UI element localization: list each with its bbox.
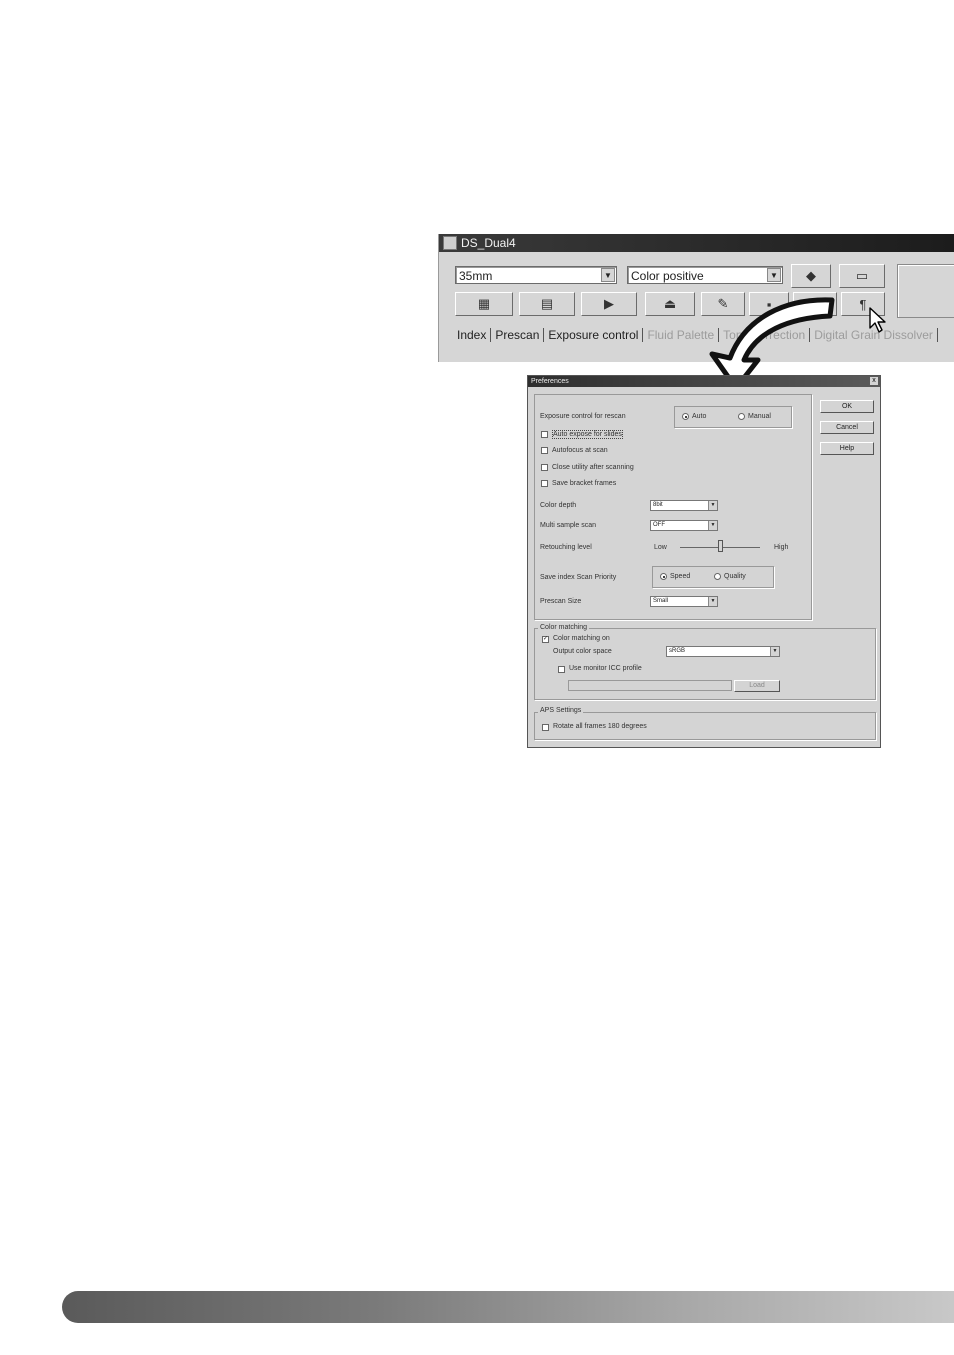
eraser-button[interactable]: ◆	[791, 264, 831, 288]
close-icon[interactable]: x	[870, 377, 878, 385]
retouching-slider-thumb[interactable]	[717, 540, 723, 552]
prescan-button[interactable]: ▤	[519, 292, 575, 316]
save-index-label: Save index Scan Priority	[540, 574, 617, 581]
preferences-icon: ¶	[859, 296, 867, 312]
output-space-label: Output color space	[553, 648, 612, 655]
tab-prescan[interactable]: Prescan	[491, 328, 545, 342]
auto-expose-checkbox[interactable]	[541, 431, 548, 438]
monitor-icon: ▭	[855, 268, 869, 283]
color-matching-group-label: Color matching	[538, 624, 590, 631]
prescan-size-value: Small	[653, 598, 669, 604]
output-space-select[interactable]: sRGB ▼	[666, 646, 780, 657]
output-space-value: sRGB	[669, 648, 686, 654]
exposure-auto-radio[interactable]	[682, 413, 689, 420]
color-depth-label: Color depth	[540, 502, 577, 509]
save-index-speed-radio[interactable]	[660, 573, 667, 580]
dialog-titlebar[interactable]: Preferences x	[528, 376, 880, 387]
film-format-select[interactable]: 35mm ▼	[455, 266, 617, 284]
save-bracket-checkbox[interactable]	[541, 480, 548, 487]
grid-icon: ▦	[477, 296, 491, 311]
exposure-auto-label: Auto	[692, 413, 707, 420]
save-bracket-label: Save bracket frames	[552, 480, 617, 487]
auto-expose-label: Auto expose for slides	[552, 430, 623, 439]
save-index-quality-label: Quality	[724, 573, 746, 580]
film-type-value: Color positive	[631, 269, 704, 283]
save-index-speed-label: Speed	[670, 573, 691, 580]
eject-button[interactable]: ⏏	[645, 292, 695, 316]
profile-path-field	[568, 680, 732, 691]
rotate-frames-checkbox[interactable]	[542, 724, 549, 731]
multi-sample-label: Multi sample scan	[540, 522, 597, 529]
chevron-down-icon[interactable]: ▼	[708, 597, 717, 606]
close-utility-checkbox[interactable]	[541, 464, 548, 471]
prescan-size-label: Prescan Size	[540, 598, 582, 605]
multi-sample-select[interactable]: OFF ▼	[650, 520, 718, 531]
dialog-title: Preferences	[531, 378, 569, 385]
index-scan-button[interactable]: ▦	[455, 292, 513, 316]
color-matching-checkbox[interactable]: ✓	[542, 636, 549, 643]
window-titlebar[interactable]: DS_Dual4	[439, 234, 954, 252]
autofocus-checkbox[interactable]	[541, 447, 548, 454]
film-type-select[interactable]: Color positive ▼	[627, 266, 783, 284]
monitor-profile-label: Use monitor ICC profile	[569, 665, 642, 672]
page-footer-bar	[62, 1291, 954, 1323]
chevron-down-icon[interactable]: ▼	[708, 501, 717, 510]
monitor-profile-checkbox[interactable]	[558, 666, 565, 673]
aps-group-label: APS Settings	[538, 707, 584, 714]
app-icon	[443, 236, 457, 250]
save-index-quality-radio[interactable]	[714, 573, 721, 580]
retouching-low-label: Low	[654, 544, 667, 551]
chevron-down-icon[interactable]: ▼	[601, 268, 615, 282]
autofocus-label: Autofocus at scan	[552, 447, 608, 454]
close-utility-label: Close utility after scanning	[552, 464, 634, 471]
mouse-cursor-icon	[869, 307, 886, 333]
exposure-manual-radio[interactable]	[738, 413, 745, 420]
load-button: Load	[734, 680, 780, 692]
tab-exposure-control[interactable]: Exposure control	[544, 328, 644, 342]
chevron-down-icon[interactable]: ▼	[770, 647, 779, 656]
scan-icon: ▶	[604, 296, 614, 311]
prescan-size-select[interactable]: Small ▼	[650, 596, 718, 607]
filmstrip-icon: ▤	[540, 296, 554, 311]
scan-button[interactable]: ▶	[581, 292, 637, 316]
film-format-value: 35mm	[459, 269, 493, 283]
window-title: DS_Dual4	[461, 236, 516, 250]
color-matching-label: Color matching on	[553, 635, 610, 642]
job-button[interactable]: ▭	[839, 264, 885, 288]
tab-index[interactable]: Index	[453, 328, 492, 342]
retouching-high-label: High	[774, 544, 789, 551]
chevron-down-icon[interactable]: ▼	[708, 521, 717, 530]
color-depth-value: 8bit	[653, 502, 663, 508]
eraser-icon: ◆	[806, 268, 816, 283]
multi-sample-value: OFF	[653, 522, 665, 528]
side-panel	[897, 264, 954, 318]
exposure-control-label: Exposure control for rescan	[540, 413, 626, 420]
cancel-button[interactable]: Cancel	[820, 421, 874, 434]
retouching-label: Retouching level	[540, 544, 592, 551]
ok-button[interactable]: OK	[820, 400, 874, 413]
eject-icon: ⏏	[663, 296, 677, 311]
exposure-manual-label: Manual	[748, 413, 771, 420]
rotate-frames-label: Rotate all frames 180 degrees	[553, 723, 647, 730]
color-depth-select[interactable]: 8bit ▼	[650, 500, 718, 511]
preferences-dialog: Preferences x Exposure control for resca…	[527, 375, 881, 748]
chevron-down-icon[interactable]: ▼	[767, 268, 781, 282]
help-button[interactable]: Help	[820, 442, 874, 455]
